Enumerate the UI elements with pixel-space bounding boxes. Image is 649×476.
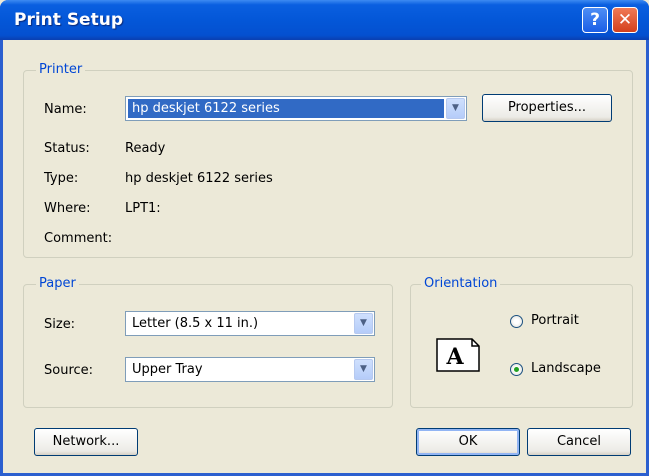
network-button[interactable]: Network... [34, 428, 138, 456]
landscape-radio[interactable] [510, 363, 523, 376]
chevron-down-icon[interactable]: ▼ [354, 359, 373, 380]
printer-name-value: hp deskjet 6122 series [128, 99, 444, 118]
source-label: Source: [44, 363, 94, 378]
type-label: Type: [44, 171, 79, 186]
where-value: LPT1: [125, 201, 161, 216]
close-icon: ✕ [617, 10, 633, 30]
paper-size-value: Letter (8.5 x 11 in.) [132, 316, 259, 331]
status-value: Ready [125, 141, 166, 156]
paper-source-select[interactable]: Upper Tray ▼ [125, 357, 375, 382]
orientation-group-label: Orientation [421, 276, 501, 291]
close-button[interactable]: ✕ [612, 7, 638, 33]
page-preview-letter: A [445, 344, 464, 370]
status-label: Status: [44, 141, 90, 156]
comment-label: Comment: [44, 231, 113, 246]
chevron-down-icon[interactable]: ▼ [446, 98, 465, 119]
dialog-title: Print Setup [14, 10, 123, 30]
size-label: Size: [44, 317, 76, 332]
radio-selected-dot [514, 367, 519, 372]
title-bar[interactable]: Print Setup ? ✕ [0, 0, 649, 40]
portrait-radio[interactable] [510, 315, 523, 328]
help-icon: ? [590, 10, 600, 30]
paper-source-value: Upper Tray [132, 362, 203, 377]
where-label: Where: [44, 201, 91, 216]
printer-name-select[interactable]: hp deskjet 6122 series ▼ [125, 96, 467, 121]
help-button[interactable]: ? [582, 7, 608, 33]
type-value: hp deskjet 6122 series [125, 171, 273, 186]
paper-group-label: Paper [36, 276, 79, 291]
name-label: Name: [44, 102, 87, 117]
ok-button[interactable]: OK [416, 428, 520, 456]
printer-group-label: Printer [36, 62, 86, 77]
paper-group: Paper [23, 276, 393, 408]
landscape-page-icon: A [436, 338, 480, 372]
chevron-down-icon[interactable]: ▼ [354, 313, 373, 334]
properties-button[interactable]: Properties... [482, 94, 612, 122]
paper-size-select[interactable]: Letter (8.5 x 11 in.) ▼ [125, 311, 375, 336]
portrait-label[interactable]: Portrait [531, 313, 579, 328]
landscape-label[interactable]: Landscape [531, 361, 601, 376]
cancel-button[interactable]: Cancel [527, 428, 631, 456]
